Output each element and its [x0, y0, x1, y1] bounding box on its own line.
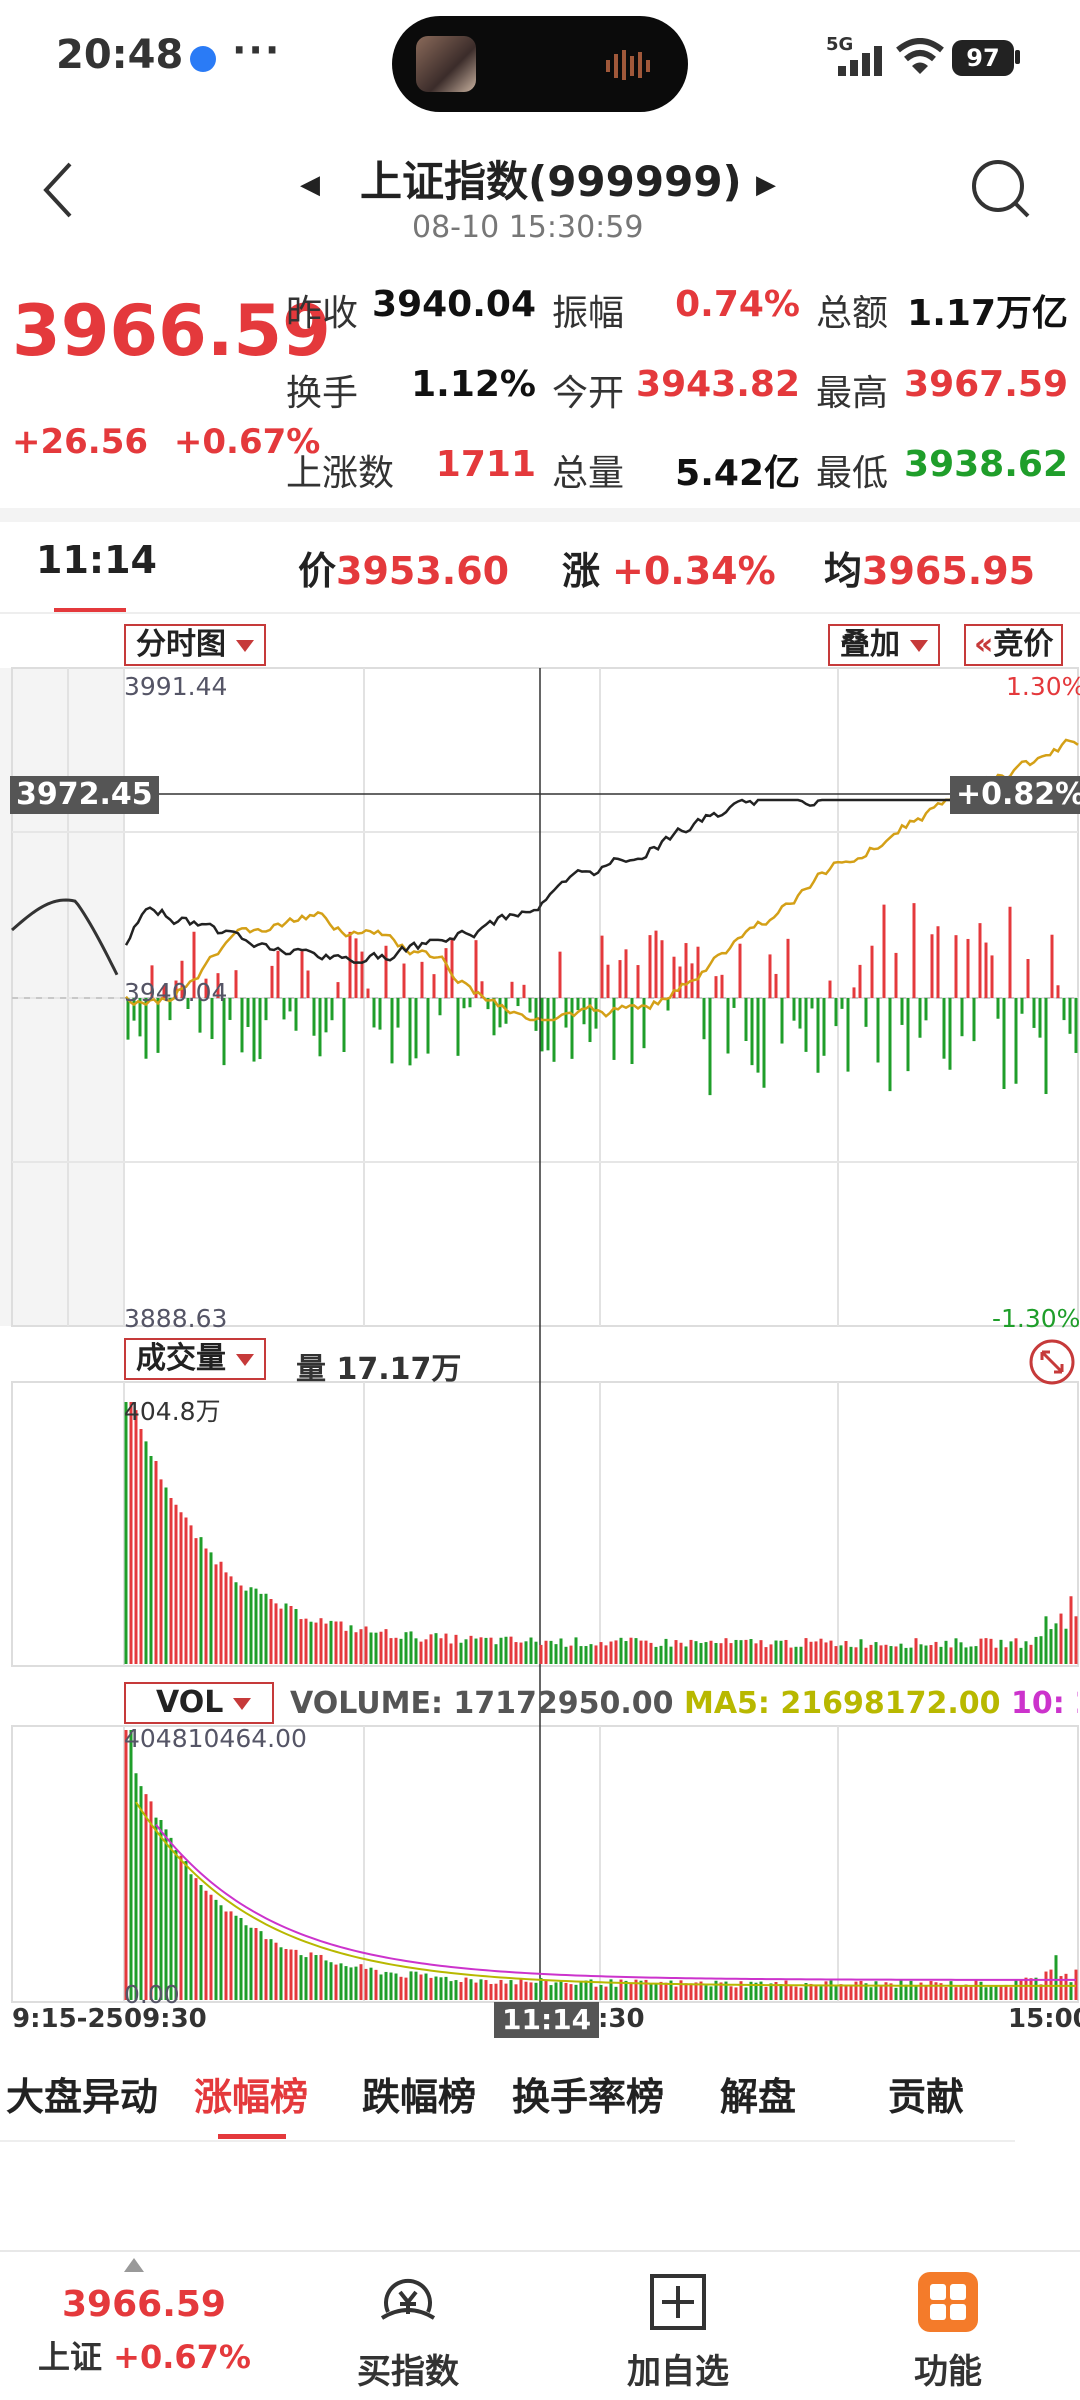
quote-field-value: 5.42亿	[675, 453, 800, 494]
crosshair-avg-label: 均	[824, 549, 863, 593]
ma5-value: MA5: 21698172.00	[683, 1686, 1001, 1721]
crosshair-avg-value: 3965.95	[862, 549, 1036, 593]
chart-type-label: 分时图	[136, 627, 226, 662]
indicator-label: VOL	[156, 1685, 224, 1720]
active-tab-indicator	[218, 2134, 286, 2139]
y-axis-mid: 3940.04	[124, 978, 228, 1007]
expand-icon[interactable]	[1028, 1338, 1076, 1386]
volume-dropdown[interactable]: 成交量	[124, 1338, 266, 1380]
dynamic-island[interactable]	[392, 16, 688, 112]
tab-turnover-rank[interactable]: 换手率榜	[512, 2066, 664, 2121]
overlay-label: 叠加	[840, 627, 900, 662]
chevron-down-icon	[233, 1697, 252, 1710]
crosshair-price-value: 3953.60	[336, 549, 510, 593]
time-midday: :30	[598, 2004, 645, 2034]
album-art-icon	[416, 36, 476, 92]
quote-field-value: 1711	[435, 444, 536, 485]
time-crosshair: 11:14	[494, 2002, 600, 2038]
crosshair-price: 价3953.60	[298, 540, 509, 595]
crosshair-change: 涨 +0.34%	[562, 540, 776, 595]
time-open: 09:30	[124, 2004, 207, 2034]
signal-icon	[838, 46, 882, 76]
bottom-price[interactable]: 3966.59	[62, 2284, 226, 2325]
add-watchlist-label[interactable]: 加自选	[610, 2344, 746, 2393]
crosshair-price-label: 价	[298, 549, 337, 593]
status-time: 20:48	[56, 32, 184, 78]
buy-index-label[interactable]: 买指数	[340, 2344, 476, 2393]
change-value: +26.56	[12, 422, 149, 462]
crosshair-price-tag: 3972.45	[10, 776, 159, 814]
divider	[0, 2250, 1080, 2252]
wifi-icon	[896, 38, 944, 74]
bottom-index-name: 上证	[38, 2338, 103, 2376]
quote-field-value: 3943.82	[636, 364, 800, 405]
quote-field-value: 3940.04	[372, 284, 536, 325]
time-close: 15:00	[1008, 2004, 1080, 2034]
price-change: +26.56 +0.67%	[12, 422, 320, 462]
functions-label[interactable]: 功能	[880, 2344, 1016, 2393]
crosshair-pct-tag: +0.82%	[950, 776, 1080, 814]
crosshair-avg: 均3965.95	[824, 540, 1035, 595]
chart-type-dropdown[interactable]: 分时图	[124, 624, 266, 666]
volume-dropdown-label: 成交量	[136, 1341, 226, 1376]
tab-market-events[interactable]: 大盘异动	[6, 2066, 158, 2121]
double-chevron-left-icon: «	[974, 627, 994, 662]
page-title: 上证指数(999999)	[360, 157, 742, 206]
volume-max: 404.8万	[124, 1397, 221, 1426]
volume-value: VOLUME: 17172950.00	[290, 1686, 674, 1721]
quote-field-value: 3967.59	[904, 364, 1068, 405]
y-axis-max: 3991.44	[124, 672, 228, 701]
indicator-values: VOLUME: 17172950.00 MA5: 21698172.00 10:…	[290, 1686, 1078, 1721]
chevron-down-icon	[236, 1353, 254, 1366]
quote-datetime: 08-10 15:30:59	[412, 210, 644, 245]
ma10-line	[155, 1823, 1076, 1981]
quote-field-value: 3938.62	[904, 444, 1068, 485]
next-stock-icon[interactable]: ▶	[756, 170, 776, 200]
search-icon[interactable]	[970, 158, 1032, 220]
auction-label: 竞价	[993, 627, 1054, 662]
audio-wave-icon	[606, 50, 650, 80]
chevron-down-icon	[910, 639, 928, 652]
pct-axis-min: -1.30%	[992, 1304, 1080, 1333]
overlay-dropdown[interactable]: 叠加	[828, 624, 940, 666]
bottom-index-pct: +0.67%	[113, 2338, 251, 2376]
indicator-dropdown[interactable]: VOL	[124, 1682, 274, 1724]
caret-up-icon[interactable]	[124, 2258, 144, 2272]
battery-icon	[1015, 50, 1020, 64]
crosshair-change-label: 涨	[562, 549, 601, 593]
current-price: 3966.59	[12, 290, 331, 372]
crosshair-change-value: +0.34%	[612, 549, 776, 593]
auction-button[interactable]: «竞价	[964, 624, 1064, 666]
vol-max: 404810464.00	[124, 1724, 307, 1753]
divider	[0, 508, 1080, 522]
quote-field-value: 0.74%	[675, 284, 800, 325]
more-notifications-icon: ···	[232, 28, 282, 72]
ma10-value: 10: 2560	[1010, 1686, 1078, 1721]
add-watchlist-icon[interactable]	[648, 2272, 708, 2332]
app-notification-icon	[190, 46, 216, 72]
buy-index-icon[interactable]	[376, 2272, 440, 2336]
divider	[0, 2140, 1015, 2142]
y-axis-min: 3888.63	[124, 1304, 228, 1333]
volume-reading: 量 17.17万	[296, 1352, 462, 1387]
back-icon[interactable]	[38, 160, 78, 220]
quote-field-value: 1.12%	[411, 364, 536, 405]
pct-axis-max: 1.30%	[1006, 672, 1080, 701]
battery-level: 97	[952, 40, 1014, 76]
chevron-down-icon	[236, 639, 254, 652]
tab-top-gainers[interactable]: 涨幅榜	[194, 2066, 308, 2121]
quote-field-value: 1.17万亿	[907, 293, 1068, 334]
prev-stock-icon[interactable]: ◀	[300, 170, 320, 200]
bottom-index-summary[interactable]: 上证 +0.67%	[38, 2332, 251, 2378]
functions-icon[interactable]	[918, 2272, 978, 2332]
crosshair-time[interactable]: 11:14	[36, 538, 157, 582]
panel-bg	[0, 1382, 124, 1666]
tab-commentary[interactable]: 解盘	[720, 2066, 796, 2121]
tab-contribution[interactable]: 贡献	[888, 2066, 964, 2121]
time-preopen: 9:15-25	[12, 2004, 124, 2034]
tab-top-losers[interactable]: 跌幅榜	[362, 2066, 476, 2121]
